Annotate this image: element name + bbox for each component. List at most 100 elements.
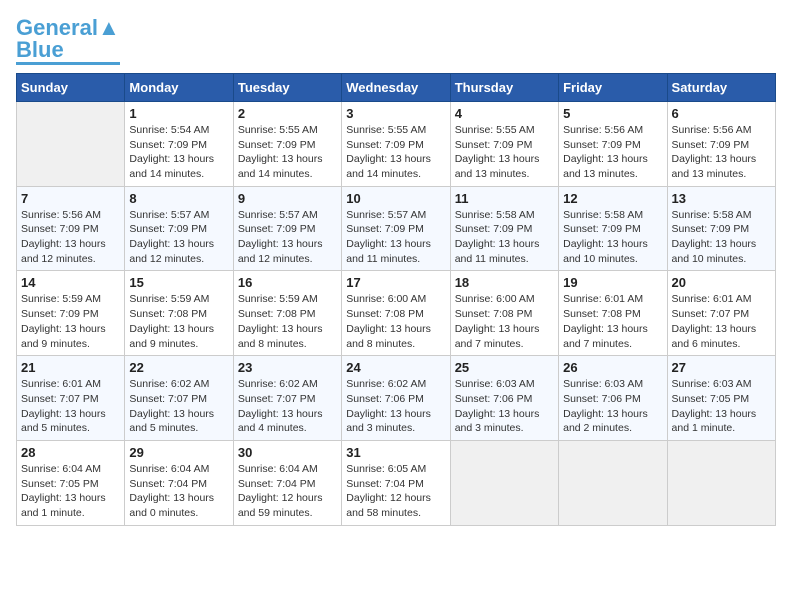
- day-number: 3: [346, 106, 445, 121]
- day-number: 6: [672, 106, 771, 121]
- day-number: 29: [129, 445, 228, 460]
- day-info: Sunrise: 6:02 AMSunset: 7:07 PMDaylight:…: [238, 377, 337, 436]
- day-number: 26: [563, 360, 662, 375]
- calendar-cell: 5 Sunrise: 5:56 AMSunset: 7:09 PMDaylight…: [559, 101, 667, 186]
- calendar-cell: [450, 440, 558, 525]
- calendar-cell: 13 Sunrise: 5:58 AMSunset: 7:09 PMDayligh…: [667, 186, 775, 271]
- day-number: 31: [346, 445, 445, 460]
- calendar-cell: 16 Sunrise: 5:59 AMSunset: 7:08 PMDayligh…: [233, 271, 341, 356]
- calendar-cell: 27 Sunrise: 6:03 AMSunset: 7:05 PMDayligh…: [667, 356, 775, 441]
- day-number: 30: [238, 445, 337, 460]
- logo: General▲ Blue: [16, 16, 120, 65]
- day-info: Sunrise: 5:55 AMSunset: 7:09 PMDaylight:…: [238, 123, 337, 182]
- calendar-cell: 7 Sunrise: 5:56 AMSunset: 7:09 PMDaylight…: [17, 186, 125, 271]
- calendar-cell: 2 Sunrise: 5:55 AMSunset: 7:09 PMDaylight…: [233, 101, 341, 186]
- day-number: 1: [129, 106, 228, 121]
- day-info: Sunrise: 5:59 AMSunset: 7:08 PMDaylight:…: [129, 292, 228, 351]
- day-info: Sunrise: 6:01 AMSunset: 7:07 PMDaylight:…: [21, 377, 120, 436]
- calendar-cell: 22 Sunrise: 6:02 AMSunset: 7:07 PMDayligh…: [125, 356, 233, 441]
- day-info: Sunrise: 5:59 AMSunset: 7:08 PMDaylight:…: [238, 292, 337, 351]
- calendar-cell: 30 Sunrise: 6:04 AMSunset: 7:04 PMDayligh…: [233, 440, 341, 525]
- calendar-cell: 6 Sunrise: 5:56 AMSunset: 7:09 PMDaylight…: [667, 101, 775, 186]
- day-info: Sunrise: 6:03 AMSunset: 7:05 PMDaylight:…: [672, 377, 771, 436]
- day-info: Sunrise: 5:57 AMSunset: 7:09 PMDaylight:…: [238, 208, 337, 267]
- day-info: Sunrise: 5:56 AMSunset: 7:09 PMDaylight:…: [672, 123, 771, 182]
- week-row-1: 1 Sunrise: 5:54 AMSunset: 7:09 PMDaylight…: [17, 101, 776, 186]
- day-info: Sunrise: 6:03 AMSunset: 7:06 PMDaylight:…: [563, 377, 662, 436]
- week-row-2: 7 Sunrise: 5:56 AMSunset: 7:09 PMDaylight…: [17, 186, 776, 271]
- week-row-3: 14Sunrise: 5:59 AMSunset: 7:09 PMDayligh…: [17, 271, 776, 356]
- calendar-cell: 25Sunrise: 6:03 AMSunset: 7:06 PMDayligh…: [450, 356, 558, 441]
- day-number: 4: [455, 106, 554, 121]
- col-header-sunday: Sunday: [17, 73, 125, 101]
- logo-underline: [16, 62, 120, 65]
- day-info: Sunrise: 6:01 AMSunset: 7:08 PMDaylight:…: [563, 292, 662, 351]
- day-info: Sunrise: 6:00 AMSunset: 7:08 PMDaylight:…: [455, 292, 554, 351]
- calendar-cell: 11 Sunrise: 5:58 AMSunset: 7:09 PMDayligh…: [450, 186, 558, 271]
- day-number: 14: [21, 275, 120, 290]
- day-info: Sunrise: 5:58 AMSunset: 7:09 PMDaylight:…: [672, 208, 771, 267]
- day-info: Sunrise: 6:04 AMSunset: 7:04 PMDaylight:…: [129, 462, 228, 521]
- day-info: Sunrise: 5:56 AMSunset: 7:09 PMDaylight:…: [563, 123, 662, 182]
- day-info: Sunrise: 6:02 AMSunset: 7:06 PMDaylight:…: [346, 377, 445, 436]
- day-info: Sunrise: 5:55 AMSunset: 7:09 PMDaylight:…: [455, 123, 554, 182]
- day-number: 21: [21, 360, 120, 375]
- calendar-cell: 14Sunrise: 5:59 AMSunset: 7:09 PMDayligh…: [17, 271, 125, 356]
- col-header-thursday: Thursday: [450, 73, 558, 101]
- calendar-cell: 19 Sunrise: 6:01 AMSunset: 7:08 PMDayligh…: [559, 271, 667, 356]
- day-number: 11: [455, 191, 554, 206]
- calendar-cell: 23Sunrise: 6:02 AMSunset: 7:07 PMDayligh…: [233, 356, 341, 441]
- week-row-5: 28Sunrise: 6:04 AMSunset: 7:05 PMDayligh…: [17, 440, 776, 525]
- day-info: Sunrise: 5:55 AMSunset: 7:09 PMDaylight:…: [346, 123, 445, 182]
- day-info: Sunrise: 5:54 AMSunset: 7:09 PMDaylight:…: [129, 123, 228, 182]
- calendar-cell: 21 Sunrise: 6:01 AMSunset: 7:07 PMDayligh…: [17, 356, 125, 441]
- calendar-table: SundayMondayTuesdayWednesdayThursdayFrid…: [16, 73, 776, 526]
- header-row: SundayMondayTuesdayWednesdayThursdayFrid…: [17, 73, 776, 101]
- calendar-cell: 26 Sunrise: 6:03 AMSunset: 7:06 PMDayligh…: [559, 356, 667, 441]
- day-info: Sunrise: 5:58 AMSunset: 7:09 PMDaylight:…: [455, 208, 554, 267]
- calendar-cell: 12 Sunrise: 5:58 AMSunset: 7:09 PMDayligh…: [559, 186, 667, 271]
- calendar-cell: 3 Sunrise: 5:55 AMSunset: 7:09 PMDaylight…: [342, 101, 450, 186]
- day-info: Sunrise: 6:05 AMSunset: 7:04 PMDaylight:…: [346, 462, 445, 521]
- calendar-cell: 10 Sunrise: 5:57 AMSunset: 7:09 PMDayligh…: [342, 186, 450, 271]
- calendar-cell: 9 Sunrise: 5:57 AMSunset: 7:09 PMDaylight…: [233, 186, 341, 271]
- calendar-cell: 24 Sunrise: 6:02 AMSunset: 7:06 PMDayligh…: [342, 356, 450, 441]
- calendar-cell: 8Sunrise: 5:57 AMSunset: 7:09 PMDaylight…: [125, 186, 233, 271]
- day-number: 24: [346, 360, 445, 375]
- calendar-cell: 18Sunrise: 6:00 AMSunset: 7:08 PMDayligh…: [450, 271, 558, 356]
- day-number: 12: [563, 191, 662, 206]
- day-number: 20: [672, 275, 771, 290]
- day-number: 9: [238, 191, 337, 206]
- day-number: 22: [129, 360, 228, 375]
- calendar-cell: 17Sunrise: 6:00 AMSunset: 7:08 PMDayligh…: [342, 271, 450, 356]
- day-number: 25: [455, 360, 554, 375]
- day-info: Sunrise: 6:01 AMSunset: 7:07 PMDaylight:…: [672, 292, 771, 351]
- day-number: 13: [672, 191, 771, 206]
- day-number: 16: [238, 275, 337, 290]
- day-number: 27: [672, 360, 771, 375]
- day-number: 10: [346, 191, 445, 206]
- calendar-cell: [667, 440, 775, 525]
- logo-blue: ▲: [98, 15, 120, 40]
- day-number: 5: [563, 106, 662, 121]
- calendar-cell: 1 Sunrise: 5:54 AMSunset: 7:09 PMDaylight…: [125, 101, 233, 186]
- day-number: 15: [129, 275, 228, 290]
- logo-blue-text: Blue: [16, 40, 64, 60]
- day-number: 2: [238, 106, 337, 121]
- day-info: Sunrise: 6:04 AMSunset: 7:04 PMDaylight:…: [238, 462, 337, 521]
- calendar-cell: 31 Sunrise: 6:05 AMSunset: 7:04 PMDayligh…: [342, 440, 450, 525]
- day-info: Sunrise: 5:57 AMSunset: 7:09 PMDaylight:…: [346, 208, 445, 267]
- calendar-cell: 28Sunrise: 6:04 AMSunset: 7:05 PMDayligh…: [17, 440, 125, 525]
- day-info: Sunrise: 5:58 AMSunset: 7:09 PMDaylight:…: [563, 208, 662, 267]
- col-header-friday: Friday: [559, 73, 667, 101]
- day-number: 7: [21, 191, 120, 206]
- calendar-cell: 29 Sunrise: 6:04 AMSunset: 7:04 PMDayligh…: [125, 440, 233, 525]
- day-info: Sunrise: 5:57 AMSunset: 7:09 PMDaylight:…: [129, 208, 228, 267]
- col-header-tuesday: Tuesday: [233, 73, 341, 101]
- day-info: Sunrise: 6:02 AMSunset: 7:07 PMDaylight:…: [129, 377, 228, 436]
- day-number: 17: [346, 275, 445, 290]
- col-header-saturday: Saturday: [667, 73, 775, 101]
- day-number: 19: [563, 275, 662, 290]
- week-row-4: 21 Sunrise: 6:01 AMSunset: 7:07 PMDayligh…: [17, 356, 776, 441]
- day-info: Sunrise: 5:56 AMSunset: 7:09 PMDaylight:…: [21, 208, 120, 267]
